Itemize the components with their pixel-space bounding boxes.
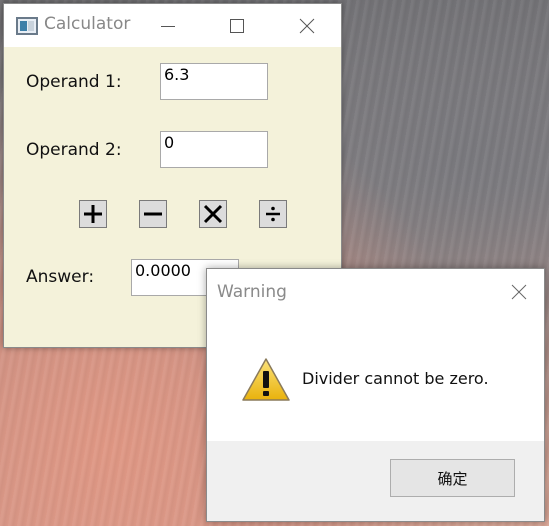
warning-triangle-icon: [242, 358, 290, 401]
calculator-titlebar[interactable]: Calculator: [4, 4, 341, 47]
multiply-button[interactable]: [199, 200, 227, 228]
divide-button[interactable]: [259, 200, 287, 228]
operand2-label: Operand 2:: [26, 140, 122, 160]
plus-icon: [84, 205, 102, 223]
operand1-label: Operand 1:: [26, 72, 122, 92]
minus-button[interactable]: [139, 200, 167, 228]
close-icon: [299, 18, 315, 33]
calculator-app-icon: [16, 17, 38, 35]
answer-label: Answer:: [26, 267, 95, 287]
warning-titlebar[interactable]: Warning: [207, 269, 544, 315]
ok-button[interactable]: 确定: [390, 459, 515, 497]
minus-icon: [144, 212, 162, 216]
plus-button[interactable]: [79, 200, 107, 228]
divide-icon: [266, 206, 280, 222]
minimize-icon: [161, 25, 175, 27]
maximize-button[interactable]: [214, 4, 260, 47]
operand2-input[interactable]: 0: [160, 131, 268, 168]
minimize-button[interactable]: [145, 4, 191, 47]
warning-message: Divider cannot be zero.: [302, 369, 489, 388]
maximize-icon: [230, 18, 244, 33]
warning-dialog: Warning Divider cannot be zero. 确定: [206, 268, 545, 522]
close-button[interactable]: [284, 4, 330, 47]
warning-title: Warning: [217, 282, 287, 302]
multiply-icon: [203, 204, 223, 224]
warning-close-button[interactable]: [501, 277, 537, 307]
warning-footer: 确定: [207, 441, 544, 521]
window-title: Calculator: [44, 14, 131, 34]
close-icon: [511, 284, 527, 300]
operand1-input[interactable]: 6.3: [160, 63, 268, 100]
